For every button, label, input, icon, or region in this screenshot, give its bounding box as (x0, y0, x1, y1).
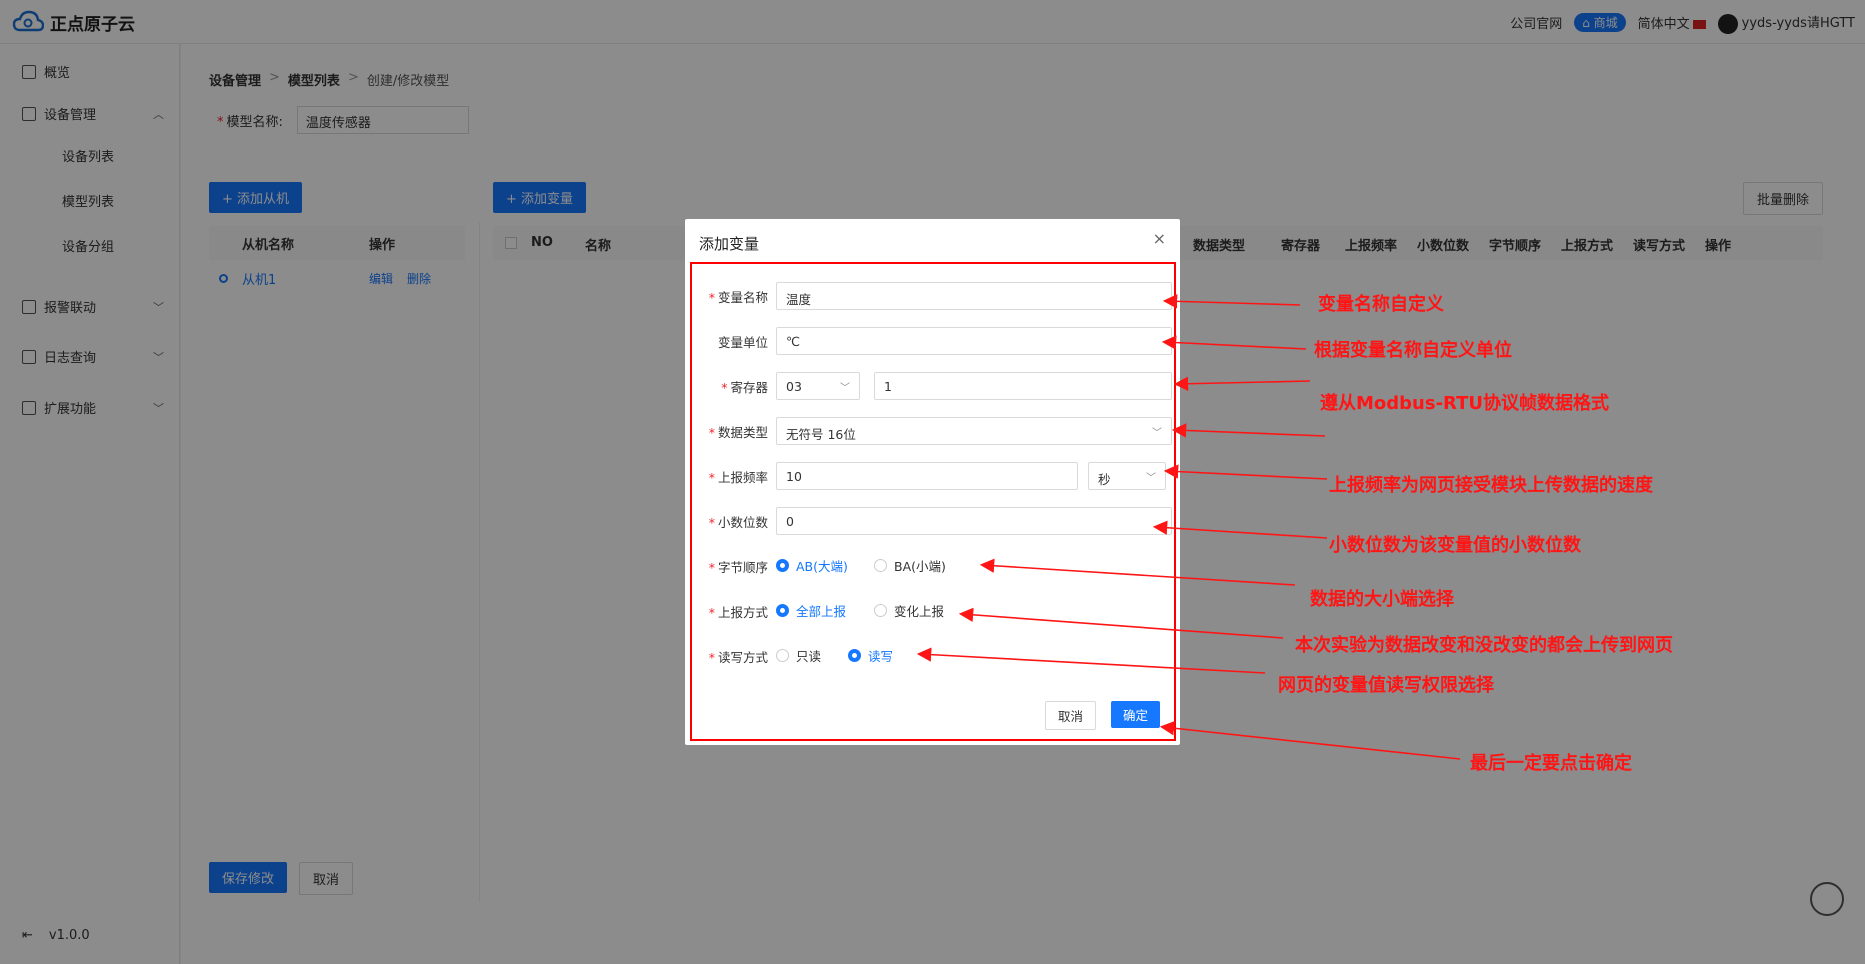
arrow-register (1173, 376, 1311, 391)
annotation-var-name: 变量名称自定义 (1318, 294, 1444, 315)
arrow-report-freq (1163, 464, 1328, 480)
arrow-confirm (1159, 721, 1461, 760)
arrow-decimals (1152, 520, 1328, 539)
arrow-unit (1161, 335, 1307, 350)
annotation-unit: 根据变量名称自定义单位 (1314, 340, 1512, 361)
annotation-report-freq: 上报频率为网页接受模块上传数据的速度 (1329, 475, 1653, 496)
annotation-rw-mode: 网页的变量值读写权限选择 (1278, 675, 1494, 696)
arrow-var-name (1162, 294, 1301, 309)
arrow-report-mode (958, 607, 1284, 639)
annotation-register: 遵从Modbus-RTU协议帧数据格式 (1320, 393, 1609, 414)
annotation-byte-order: 数据的大小端选择 (1310, 589, 1454, 610)
arrow-rw-mode (916, 647, 1266, 674)
annotation-report-mode: 本次实验为数据改变和没改变的都会上传到网页 (1295, 635, 1673, 656)
annotation-decimals: 小数位数为该变量值的小数位数 (1329, 535, 1581, 556)
arrow-byte-order (979, 558, 1296, 586)
arrow-data-type (1171, 423, 1326, 438)
annotation-confirm: 最后一定要点击确定 (1470, 753, 1632, 774)
